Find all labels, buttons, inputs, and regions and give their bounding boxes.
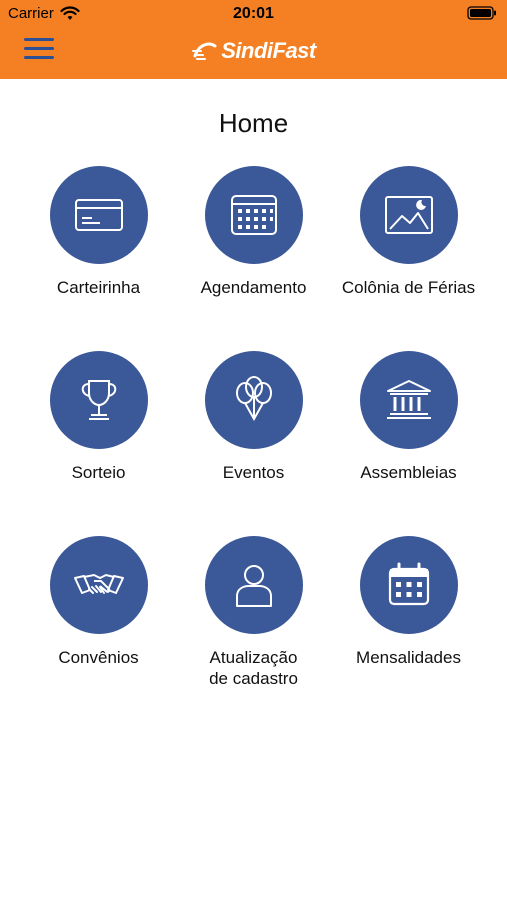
tile-atualizacao-de-cadastro[interactable]: Atualização de cadastro bbox=[176, 536, 331, 721]
calendar-dots-icon bbox=[388, 562, 429, 606]
battery-icon bbox=[467, 6, 497, 24]
tile-label: Sorteio bbox=[71, 463, 126, 482]
brand-logo: SindiFast bbox=[0, 38, 507, 64]
trophy-icon bbox=[81, 380, 116, 420]
tile-agendamento[interactable]: Agendamento bbox=[176, 166, 331, 351]
navigation-bar: SindiFast bbox=[0, 28, 507, 79]
speed-swoosh-icon bbox=[192, 42, 217, 60]
columns-building-icon bbox=[386, 380, 431, 419]
tile-icon-circle[interactable] bbox=[49, 536, 148, 634]
tile-carteirinha[interactable]: Carteirinha bbox=[21, 166, 176, 351]
tile-icon-circle[interactable] bbox=[359, 536, 458, 634]
tile-label: Agendamento bbox=[200, 278, 307, 297]
tile-sorteio[interactable]: Sorteio bbox=[21, 351, 176, 536]
balloons-icon bbox=[235, 376, 272, 422]
tile-label: Mensalidades bbox=[356, 648, 461, 667]
clock: 20:01 bbox=[233, 5, 274, 22]
status-bar: Carrier 20:01 bbox=[0, 0, 507, 28]
app-header: Carrier 20:01 SindiFast bbox=[0, 0, 507, 79]
tile-label: Atualização de cadastro bbox=[209, 648, 298, 688]
tile-colonia-de-ferias[interactable]: Colônia de Férias bbox=[331, 166, 486, 351]
tile-icon-circle[interactable] bbox=[49, 351, 148, 449]
tile-label: Colônia de Férias bbox=[341, 278, 476, 297]
tile-label: Assembleias bbox=[360, 463, 457, 482]
tile-assembleias[interactable]: Assembleias bbox=[331, 351, 486, 536]
tile-mensalidades[interactable]: Mensalidades bbox=[331, 536, 486, 721]
handshake-icon bbox=[73, 573, 124, 594]
tile-label: Convênios bbox=[58, 648, 139, 667]
calendar-grid-icon bbox=[230, 195, 277, 235]
page-title: Home bbox=[218, 108, 289, 138]
landscape-photo-icon bbox=[384, 196, 433, 234]
tile-icon-circle[interactable] bbox=[204, 166, 303, 264]
menu-grid: Carteirinha Agendamento Colônia de Féria… bbox=[0, 166, 507, 721]
tile-label: Carteirinha bbox=[56, 278, 141, 297]
tile-label: Eventos bbox=[222, 463, 285, 482]
tile-icon-circle[interactable] bbox=[359, 166, 458, 264]
tile-convenios[interactable]: Convênios bbox=[21, 536, 176, 721]
tile-icon-circle[interactable] bbox=[359, 351, 458, 449]
brand-name: SindiFast bbox=[221, 38, 316, 63]
id-card-icon bbox=[74, 199, 123, 231]
tile-eventos[interactable]: Eventos bbox=[176, 351, 331, 536]
tile-icon-circle[interactable] bbox=[204, 536, 303, 634]
user-profile-icon bbox=[235, 565, 272, 607]
tile-icon-circle[interactable] bbox=[49, 166, 148, 264]
tile-icon-circle[interactable] bbox=[204, 351, 303, 449]
